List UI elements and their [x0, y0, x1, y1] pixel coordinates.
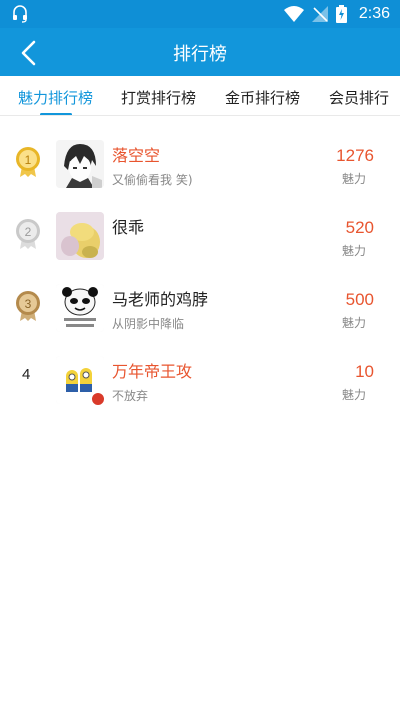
tab-member-ranking[interactable]: 会员排行 [329, 87, 389, 108]
panda-meme-avatar-icon [56, 284, 104, 332]
leaderboard-row[interactable]: 1 落空空 又偷偷看我 笑) 1276 魅力 [0, 120, 400, 190]
vip-badge-icon [90, 391, 106, 407]
avatar[interactable] [56, 140, 104, 188]
charm-label: 魅力 [341, 172, 366, 186]
battery-charging-icon [335, 5, 347, 23]
charm-label: 魅力 [341, 388, 366, 402]
bronze-medal-icon: 3 [16, 291, 40, 321]
svg-text:2: 2 [25, 225, 32, 239]
tab-bar: 魅力排行榜 打赏排行榜 金币排行榜 会员排行 [0, 76, 400, 116]
rank-number: 4 [22, 366, 31, 383]
notification-app-icon [13, 5, 27, 23]
user-signature: 又偷偷看我 笑) [112, 173, 193, 187]
user-name[interactable]: 很乖 [112, 214, 144, 238]
tab-coin-ranking[interactable]: 金币排行榜 [225, 87, 300, 108]
active-tab-indicator [40, 113, 72, 115]
status-icons: 2:36 [283, 3, 390, 25]
anime-boy-avatar-icon [56, 140, 104, 188]
avatar[interactable] [56, 284, 104, 332]
page-title: 排行榜 [173, 44, 227, 65]
gold-medal-icon: 1 [16, 147, 40, 177]
charm-score: 500 [345, 290, 374, 309]
user-name[interactable]: 马老师的鸡脖 [112, 286, 208, 310]
leaderboard-row[interactable]: 2 很乖 520 魅力 [0, 192, 400, 262]
user-name[interactable]: 万年帝王攻 [112, 358, 192, 382]
charm-score: 1276 [336, 146, 374, 165]
status-bar: 2:36 [0, 0, 400, 28]
no-signal-icon [311, 6, 328, 22]
leaderboard-row[interactable]: 4 万年帝王攻 不放弃 10 魅力 [0, 336, 400, 407]
silver-medal-icon: 2 [16, 219, 40, 249]
app-bar: 排行榜 [0, 28, 400, 76]
clock: 2:36 [358, 5, 390, 22]
user-signature: 不放弃 [112, 389, 149, 403]
user-name[interactable]: 落空空 [112, 142, 160, 166]
leaderboard-row[interactable]: 3 马老师的鸡脖 从阴影中降临 500 魅力 [0, 264, 400, 334]
charm-score: 520 [345, 218, 374, 237]
tab-charm-ranking[interactable]: 魅力排行榜 [18, 87, 93, 108]
tab-tip-ranking[interactable]: 打赏排行榜 [121, 87, 196, 108]
charm-label: 魅力 [341, 244, 366, 258]
user-signature: 从阴影中降临 [112, 317, 185, 331]
charm-score: 10 [355, 362, 374, 381]
svg-text:1: 1 [25, 153, 32, 167]
wifi-icon [283, 6, 304, 22]
svg-text:3: 3 [25, 297, 32, 311]
charm-label: 魅力 [341, 316, 366, 330]
yellow-hat-avatar-icon [56, 212, 104, 260]
avatar[interactable] [56, 212, 104, 260]
